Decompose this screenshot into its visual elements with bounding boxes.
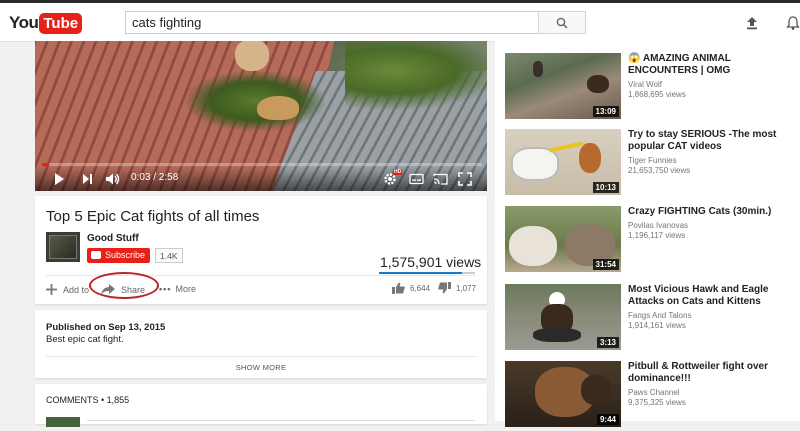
more-label: More bbox=[175, 284, 196, 294]
video-thumbnail[interactable]: 10:13 bbox=[505, 129, 621, 195]
video-thumbnail[interactable]: 3:13 bbox=[505, 284, 621, 350]
video-title-text: AMAZING ANIMAL ENCOUNTERS | OMG bbox=[628, 53, 731, 76]
channel-name[interactable]: Viral Wolf bbox=[628, 80, 662, 90]
video-duration: 3:13 bbox=[596, 337, 619, 348]
channel-name[interactable]: Good Stuff bbox=[87, 233, 139, 244]
fullscreen-icon[interactable] bbox=[458, 172, 472, 186]
view-count: 9,375,325 views bbox=[628, 398, 686, 407]
recommendation-item[interactable]: 9:44 Pitbull & Rottweiler fight over dom… bbox=[505, 361, 795, 431]
subscribe-label: Subscribe bbox=[105, 250, 146, 260]
upload-icon[interactable] bbox=[744, 15, 760, 31]
comments-header: COMMENTS • 1,855 bbox=[46, 395, 130, 405]
video-duration: 10:13 bbox=[592, 182, 619, 193]
channel-name[interactable]: Povilas Ivanovas bbox=[628, 221, 688, 231]
logo-tube-text: Tube bbox=[39, 12, 83, 34]
youtube-logo[interactable]: You Tube bbox=[9, 12, 83, 34]
channel-name[interactable]: Tiger Funnies bbox=[628, 156, 677, 166]
video-title[interactable]: 😱 AMAZING ANIMAL ENCOUNTERS | OMG bbox=[628, 53, 778, 77]
channel-name[interactable]: Paws Channel bbox=[628, 388, 680, 398]
search-icon bbox=[556, 17, 568, 29]
player-controls: 0:03 / 2:58 HD bbox=[35, 167, 487, 191]
channel-avatar[interactable] bbox=[46, 232, 80, 262]
recommendation-item[interactable]: 3:13 Most Vicious Hawk and Eagle Attacks… bbox=[505, 284, 795, 354]
subtitles-icon[interactable] bbox=[409, 172, 424, 186]
recommendations-sidebar: 13:09 😱 AMAZING ANIMAL ENCOUNTERS | OMG … bbox=[495, 41, 800, 427]
comment-input[interactable] bbox=[87, 420, 475, 421]
more-dots-icon: ••• bbox=[159, 284, 172, 294]
video-title: Top 5 Epic Cat fights of all times bbox=[46, 208, 260, 225]
cast-icon[interactable] bbox=[433, 172, 448, 186]
recommendation-item[interactable]: 10:13 Try to stay SERIOUS -The most popu… bbox=[505, 129, 795, 199]
annotation-circle bbox=[89, 272, 159, 299]
view-count: 1,868,695 views bbox=[628, 90, 686, 99]
volume-icon[interactable] bbox=[105, 172, 121, 186]
logo-you-text: You bbox=[9, 13, 39, 32]
progress-bar[interactable] bbox=[42, 163, 482, 166]
recommendation-item[interactable]: 13:09 😱 AMAZING ANIMAL ENCOUNTERS | OMG … bbox=[505, 53, 795, 123]
view-count: 1,575,901 views bbox=[380, 254, 482, 270]
video-thumbnail[interactable]: 13:09 bbox=[505, 53, 621, 119]
next-icon[interactable] bbox=[81, 172, 93, 186]
subscribe-button[interactable]: Subscribe bbox=[87, 248, 151, 263]
add-to-button[interactable]: Add to bbox=[46, 284, 89, 295]
more-button[interactable]: ••• More bbox=[159, 284, 196, 294]
subscriber-count: 1.4K bbox=[155, 248, 183, 263]
thumbs-down-icon bbox=[438, 282, 451, 294]
dislike-button[interactable]: 1,077 bbox=[438, 282, 476, 294]
divider bbox=[46, 356, 476, 357]
view-count: 1,914,161 views bbox=[628, 321, 686, 330]
video-title[interactable]: Pitbull & Rottweiler fight over dominanc… bbox=[628, 361, 778, 385]
user-avatar bbox=[46, 417, 80, 427]
recommendation-item[interactable]: 31:54 Crazy FIGHTING Cats (30min.) Povil… bbox=[505, 206, 795, 276]
video-frame-cat-white bbox=[235, 41, 269, 71]
search-button[interactable] bbox=[538, 11, 586, 34]
add-to-label: Add to bbox=[63, 284, 90, 295]
video-title[interactable]: Most Vicious Hawk and Eagle Attacks on C… bbox=[628, 284, 778, 308]
description-text: Best epic cat fight. bbox=[46, 334, 124, 345]
play-icon[interactable] bbox=[53, 172, 65, 186]
scream-emoji-icon: 😱 bbox=[628, 53, 641, 64]
thumbs-up-icon bbox=[392, 282, 405, 294]
show-more-button[interactable]: SHOW MORE bbox=[35, 363, 487, 372]
publish-date: Published on Sep 13, 2015 bbox=[46, 322, 166, 333]
masthead: You Tube cats fighting bbox=[0, 3, 800, 42]
like-ratio-fill bbox=[379, 272, 462, 274]
view-count: 1,196,117 views bbox=[628, 231, 686, 240]
plus-icon bbox=[46, 284, 57, 295]
video-duration: 31:54 bbox=[592, 259, 619, 270]
like-ratio-bar bbox=[379, 272, 475, 274]
video-title[interactable]: Crazy FIGHTING Cats (30min.) bbox=[628, 206, 778, 218]
video-frame-foliage bbox=[185, 71, 325, 131]
video-duration: 13:09 bbox=[592, 106, 619, 117]
like-count: 6,644 bbox=[410, 283, 431, 293]
like-button[interactable]: 6,644 bbox=[392, 282, 430, 294]
dislike-count: 1,077 bbox=[456, 283, 477, 293]
video-frame-cat-orange bbox=[257, 96, 299, 120]
description-card: Published on Sep 13, 2015 Best epic cat … bbox=[35, 310, 487, 378]
notification-bell-icon[interactable] bbox=[785, 15, 800, 31]
view-count: 21,653,750 views bbox=[628, 166, 691, 175]
time-display: 0:03 / 2:58 bbox=[131, 172, 179, 183]
progress-fill bbox=[42, 163, 50, 166]
video-frame-foliage-right bbox=[345, 41, 487, 111]
search-input[interactable]: cats fighting bbox=[125, 11, 539, 34]
hd-badge: HD bbox=[393, 169, 403, 175]
channel-name[interactable]: Fangs And Talons bbox=[628, 311, 691, 321]
video-thumbnail[interactable]: 31:54 bbox=[505, 206, 621, 272]
video-thumbnail[interactable]: 9:44 bbox=[505, 361, 621, 427]
video-title[interactable]: Try to stay SERIOUS -The most popular CA… bbox=[628, 129, 778, 153]
comments-card: COMMENTS • 1,855 bbox=[35, 384, 487, 427]
youtube-play-icon bbox=[91, 251, 101, 259]
